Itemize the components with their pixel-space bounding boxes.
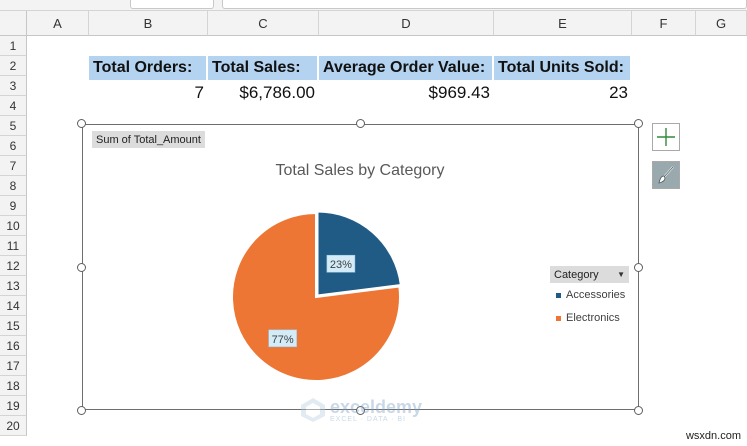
legend-item-electronics[interactable]: Electronics [556,312,620,324]
row-header-9[interactable]: 9 [0,196,27,216]
column-header-e[interactable]: E [494,11,632,36]
legend-item-accessories[interactable]: Accessories [556,289,625,301]
chart-elements-button[interactable] [652,123,680,151]
resize-handle-left[interactable] [77,263,86,272]
resize-handle-top[interactable] [356,119,365,128]
row-header-12[interactable]: 12 [0,256,27,276]
row-header-16[interactable]: 16 [0,336,27,356]
select-all-corner[interactable] [0,11,27,36]
row-header-18[interactable]: 18 [0,376,27,396]
row-header-3[interactable]: 3 [0,76,27,96]
formula-bar[interactable] [222,0,747,9]
legend-category-filter-button[interactable]: Category ▼ [550,266,629,283]
row-header-2[interactable]: 2 [0,56,27,76]
row-header-10[interactable]: 10 [0,216,27,236]
row-header-20[interactable]: 20 [0,416,27,436]
column-header-c[interactable]: C [208,11,319,36]
cell-b3-total-orders[interactable]: 7 [89,81,208,105]
row-header-19[interactable]: 19 [0,396,27,416]
chart-styles-button[interactable] [652,161,680,189]
column-header-f[interactable]: F [632,11,696,36]
column-header-d[interactable]: D [319,11,494,36]
resize-handle-right[interactable] [634,263,643,272]
legend-swatch-accessories [556,292,561,298]
cell-d3-average-order-value[interactable]: $969.43 [319,81,494,105]
row-header-4[interactable]: 4 [0,96,27,116]
brush-icon [658,166,674,184]
exceldemy-logo-icon [301,398,325,422]
legend-swatch-electronics [556,315,561,321]
column-header-b[interactable]: B [89,11,208,36]
cell-e3-total-units[interactable]: 23 [494,81,632,105]
formula-bar-strip [0,0,747,11]
column-header-a[interactable]: A [27,11,89,36]
legend-label-electronics: Electronics [566,312,620,324]
resize-handle-bottom-right[interactable] [634,406,643,415]
row-header-15[interactable]: 15 [0,316,27,336]
legend-label-accessories: Accessories [566,289,626,301]
name-box[interactable] [130,0,214,9]
legend-title: Category [554,268,599,281]
exceldemy-watermark: exceldemy EXCEL · DATA · BI [300,397,422,423]
cell-e2-units-sold-label[interactable]: Total Units Sold: [494,56,632,80]
resize-handle-top-right[interactable] [634,119,643,128]
watermark-name: exceldemy [330,396,423,417]
value-field-button[interactable]: Sum of Total_Amount [92,131,205,148]
cell-c2-total-sales-label[interactable]: Total Sales: [208,56,319,80]
row-header-8[interactable]: 8 [0,176,27,196]
row-header-7[interactable]: 7 [0,156,27,176]
watermark-subtitle: EXCEL · DATA · BI [330,415,406,423]
resize-handle-bottom-left[interactable] [77,406,86,415]
cell-d2-average-order-label[interactable]: Average Order Value: [319,56,494,80]
chart-title[interactable]: Total Sales by Category [240,162,480,180]
plus-icon [657,128,675,146]
row-header-6[interactable]: 6 [0,136,27,156]
resize-handle-top-left[interactable] [77,119,86,128]
cell-b2-total-orders-label[interactable]: Total Orders: [89,56,208,80]
row-header-5[interactable]: 5 [0,116,27,136]
row-header-11[interactable]: 11 [0,236,27,256]
row-header-17[interactable]: 17 [0,356,27,376]
row-header-14[interactable]: 14 [0,296,27,316]
dropdown-arrow-icon: ▼ [617,270,625,279]
cell-c3-total-sales[interactable]: $6,786.00 [208,81,319,105]
column-header-g[interactable]: G [696,11,747,36]
row-header-13[interactable]: 13 [0,276,27,296]
site-credit: wsxdn.com [685,430,741,442]
row-header-1[interactable]: 1 [0,36,27,56]
